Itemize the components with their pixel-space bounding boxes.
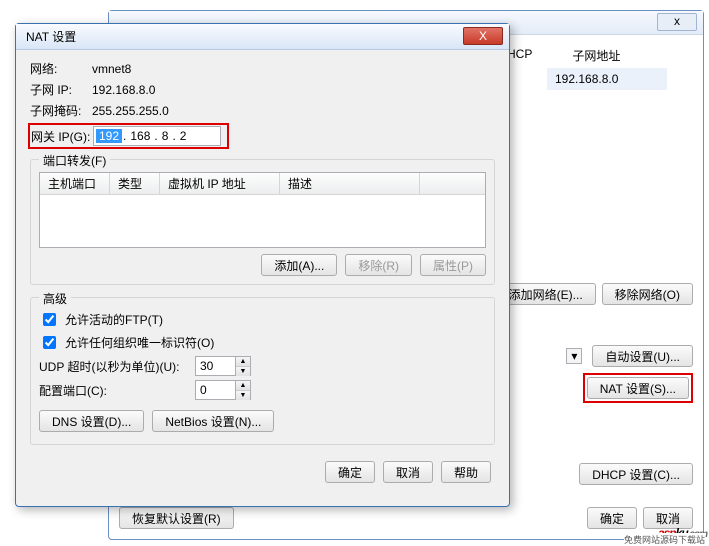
allow-any-oui-label: 允许任何组织唯一标识符(O) [65,334,214,351]
port-properties-button[interactable]: 属性(P) [420,254,486,276]
ip-seg-2[interactable]: 168 [127,129,153,143]
ip-seg-4[interactable]: 2 [177,129,190,143]
col-desc[interactable]: 描述 [280,173,420,194]
nat-settings-button-wrapper: NAT 设置(S)... [583,373,693,403]
network-label: 网络: [30,60,92,77]
allow-active-ftp-label: 允许活动的FTP(T) [65,311,163,328]
parent-close-button[interactable]: x [657,13,697,31]
config-spinner[interactable]: ▲▼ [235,381,250,399]
dialog-body: 网络: vmnet8 子网 IP: 192.168.8.0 子网掩码: 255.… [16,50,509,493]
nat-settings-button[interactable]: NAT 设置(S)... [587,377,689,399]
subnet-ip-label: 子网 IP: [30,81,92,98]
subnet-mask-label: 子网掩码: [30,102,92,119]
subnet-mask-value: 255.255.255.0 [92,104,169,118]
port-forward-title: 端口转发(F) [39,152,110,169]
auto-settings-button[interactable]: 自动设置(U)... [592,345,693,367]
ip-seg-1[interactable]: 192 [96,129,122,143]
advanced-group: 高级 允许活动的FTP(T) 允许任何组织唯一标识符(O) UDP 超时(以秒为… [30,297,495,445]
gateway-highlight: 网关 IP(G): 192 . 168 . 8 . 2 [28,123,229,149]
dialog-cancel-button[interactable]: 取消 [383,461,433,483]
col-type[interactable]: 类型 [110,173,160,194]
subnet-ip-value: 192.168.8.0 [92,83,155,97]
netbios-settings-button[interactable]: NetBios 设置(N)... [152,410,274,432]
udp-timeout-input[interactable]: 30 ▲▼ [195,356,251,376]
ip-seg-3[interactable]: 8 [159,129,172,143]
dialog-help-button[interactable]: 帮助 [441,461,491,483]
gateway-ip-input[interactable]: 192 . 168 . 8 . 2 [93,126,221,146]
dialog-close-button[interactable]: X [463,27,503,45]
add-network-button[interactable]: 添加网络(E)... [496,283,596,305]
col-host-port[interactable]: 主机端口 [40,173,110,194]
udp-timeout-label: UDP 超时(以秒为单位)(U): [39,358,189,375]
port-forward-group: 端口转发(F) 主机端口 类型 虚拟机 IP 地址 描述 添加(A)... 移除… [30,159,495,285]
gateway-label: 网关 IP(G): [31,128,93,145]
dropdown-arrow-icon[interactable]: ▾ [566,348,582,364]
dns-settings-button[interactable]: DNS 设置(D)... [39,410,144,432]
col-header-subnet: 子网地址 [572,47,620,64]
network-value: vmnet8 [92,62,131,76]
list-header: 主机端口 类型 虚拟机 IP 地址 描述 [40,173,485,195]
nat-settings-dialog: NAT 设置 X 网络: vmnet8 子网 IP: 192.168.8.0 子… [15,23,510,507]
dialog-title: NAT 设置 [26,28,76,45]
port-forward-list[interactable]: 主机端口 类型 虚拟机 IP 地址 描述 [39,172,486,248]
port-add-button[interactable]: 添加(A)... [261,254,337,276]
dhcp-settings-button[interactable]: DHCP 设置(C)... [579,463,693,485]
remove-network-button[interactable]: 移除网络(O) [602,283,693,305]
dialog-bottom-buttons: 确定 取消 帮助 [30,461,495,483]
restore-default-button[interactable]: 恢复默认设置(R) [119,507,234,529]
watermark-subtitle: 免费网站源码下载站 [624,533,705,546]
network-buttons: 添加网络(E)... 移除网络(O) [496,283,693,305]
col-header-hcp: HCP [507,47,532,64]
col-vm-ip[interactable]: 虚拟机 IP 地址 [160,173,280,194]
advanced-title: 高级 [39,290,71,307]
allow-active-ftp-checkbox[interactable] [43,313,56,326]
port-remove-button[interactable]: 移除(R) [345,254,412,276]
config-port-input[interactable]: 0 ▲▼ [195,380,251,400]
dhcp-settings-button-wrapper: DHCP 设置(C)... [579,463,693,485]
allow-any-oui-checkbox[interactable] [43,336,56,349]
auto-settings-row: ▾ 自动设置(U)... [566,345,693,367]
parent-bottom-bar: 恢复默认设置(R) 确定 取消 [119,507,693,529]
dialog-ok-button[interactable]: 确定 [325,461,375,483]
udp-spinner[interactable]: ▲▼ [235,357,250,375]
port-forward-buttons: 添加(A)... 移除(R) 属性(P) [39,254,486,276]
dialog-titlebar: NAT 设置 X [16,24,509,50]
config-port-label: 配置端口(C): [39,382,189,399]
subnet-value-cell: 192.168.8.0 [547,68,667,90]
parent-ok-button[interactable]: 确定 [587,507,637,529]
